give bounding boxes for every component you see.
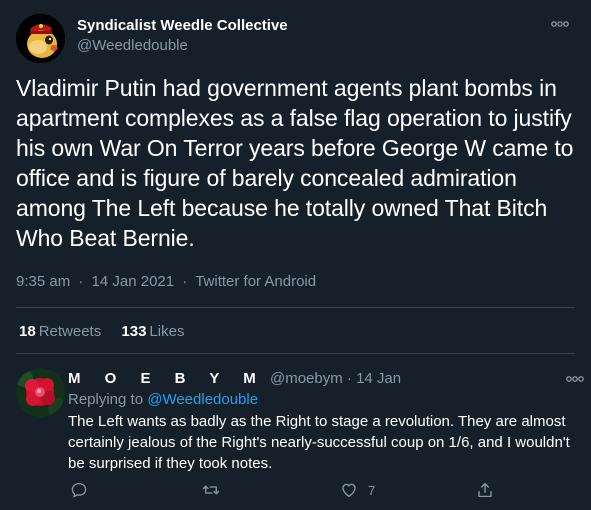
replying-prefix: Replying to xyxy=(68,391,144,408)
header-separator: · xyxy=(346,370,352,387)
like-count: 7 xyxy=(368,482,376,498)
divider xyxy=(16,307,575,308)
tweet-source[interactable]: Twitter for Android xyxy=(195,273,316,290)
handle[interactable]: @Weedledouble xyxy=(77,36,288,56)
likes-label: Likes xyxy=(149,323,185,340)
reply-date[interactable]: 14 Jan xyxy=(356,370,401,387)
tweet-time[interactable]: 9:35 am xyxy=(16,273,70,290)
retweets-label: Retweets xyxy=(38,323,102,340)
mention-link[interactable]: @Weedledouble xyxy=(147,391,258,408)
weedle-avatar-image xyxy=(16,14,65,63)
retweet-button[interactable] xyxy=(202,480,220,500)
main-author: Syndicalist Weedle Collective @Weedledou… xyxy=(77,16,288,56)
reply-header: M O E B Y M @moebym · 14 Jan xyxy=(68,369,401,389)
retweets-count: 18 xyxy=(19,323,36,340)
meta-separator: · xyxy=(78,273,84,290)
tweet-text: Vladimir Putin had government agents pla… xyxy=(16,75,574,251)
display-name[interactable]: M O E B Y M xyxy=(68,370,266,387)
meta-separator: · xyxy=(182,273,188,290)
more-dots-icon[interactable] xyxy=(565,372,585,384)
avatar[interactable] xyxy=(16,14,65,63)
reply-button[interactable] xyxy=(70,480,88,500)
reply-actions: 7 xyxy=(68,480,498,500)
like-button[interactable]: 7 xyxy=(340,480,375,500)
reply-tweet[interactable]: M O E B Y M @moebym · 14 Jan Replying to… xyxy=(0,354,591,510)
retweet-icon xyxy=(202,485,220,495)
main-tweet-header: Syndicalist Weedle Collective @Weedledou… xyxy=(16,12,576,64)
likes-stat[interactable]: 133 Likes xyxy=(121,322,184,342)
reply-text: The Left wants as badly as the Right to … xyxy=(68,413,570,472)
avatar[interactable] xyxy=(16,368,65,417)
tweet-date[interactable]: 14 Jan 2021 xyxy=(92,273,175,290)
handle[interactable]: @moebym xyxy=(270,370,343,387)
tweet-meta: 9:35 am · 14 Jan 2021 · Twitter for Andr… xyxy=(16,272,316,292)
share-icon xyxy=(478,482,492,498)
tweet-thread: Syndicalist Weedle Collective @Weedledou… xyxy=(0,0,591,510)
likes-count: 133 xyxy=(121,323,147,340)
more-dots-icon[interactable] xyxy=(550,17,570,29)
replying-to: Replying to @Weedledouble xyxy=(68,390,258,410)
share-button[interactable] xyxy=(476,480,494,500)
heart-icon xyxy=(342,483,356,498)
reply-bubble-icon xyxy=(71,482,87,498)
tweet-stats: 18 Retweets 133 Likes xyxy=(19,322,200,342)
flower-avatar-image xyxy=(16,368,65,417)
display-name[interactable]: Syndicalist Weedle Collective xyxy=(77,16,288,36)
retweets-stat[interactable]: 18 Retweets xyxy=(19,322,101,342)
